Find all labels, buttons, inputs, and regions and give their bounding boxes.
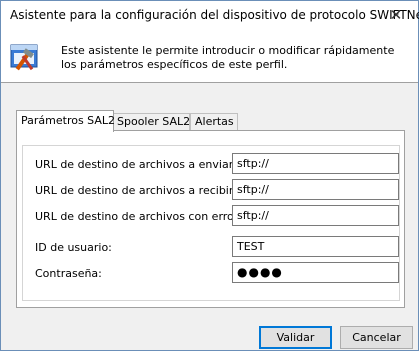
error-url-label: URL de destino de archivos con errores: <box>35 210 255 223</box>
password-label: Contraseña: <box>35 267 102 280</box>
title-bar[interactable]: Asistente para la configuración del disp… <box>1 1 419 31</box>
error-url-field[interactable]: sftp:// <box>232 205 399 226</box>
user-id-field[interactable]: TEST <box>232 236 399 257</box>
window-title: Asistente para la configuración del disp… <box>10 8 419 22</box>
close-icon[interactable]: ✕ <box>374 1 418 31</box>
user-id-label: ID de usuario: <box>35 241 112 254</box>
password-field[interactable]: ●●●● <box>232 262 399 283</box>
receive-url-field[interactable]: sftp:// <box>232 179 399 200</box>
receive-url-label: URL de destino de archivos a recibir: <box>35 184 237 197</box>
tab-parametros-sal2[interactable]: Parámetros SAL2 <box>16 110 115 132</box>
wizard-description: Este asistente le permite introducir o m… <box>61 44 395 71</box>
validate-button[interactable]: Validar <box>259 326 332 349</box>
send-url-field[interactable]: sftp:// <box>232 153 399 174</box>
tab-spooler-sal2[interactable]: Spooler SAL2 <box>112 113 190 131</box>
wizard-tools-icon <box>10 44 38 71</box>
wizard-header: Este asistente le permite introducir o m… <box>1 31 418 83</box>
cancel-button[interactable]: Cancelar <box>340 326 413 349</box>
tab-alertas[interactable]: Alertas <box>190 113 238 131</box>
wizard-dialog: Asistente para la configuración del disp… <box>0 0 419 351</box>
send-url-label: URL de destino de archivos a enviar: <box>35 158 237 171</box>
